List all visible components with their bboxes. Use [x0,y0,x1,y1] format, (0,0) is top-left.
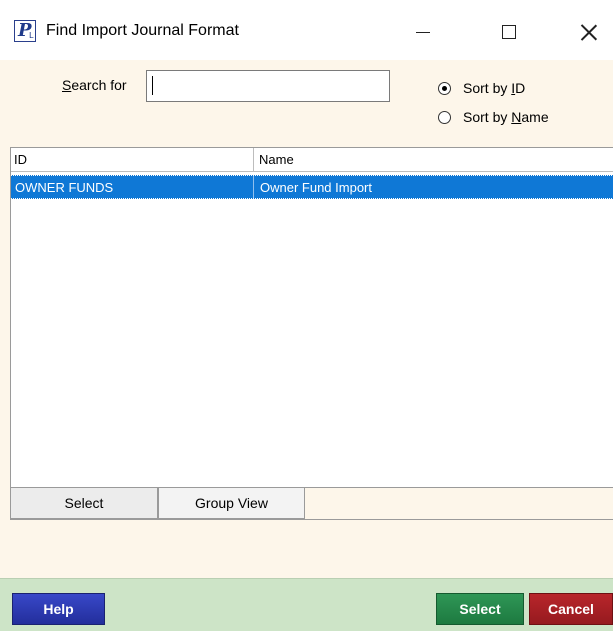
cancel-button[interactable]: Cancel [529,593,613,625]
sort-by-name-label: Sort by Name [463,109,549,125]
title-bar: P L Find Import Journal Format [0,0,613,60]
find-import-journal-format-window: P L Find Import Journal Format Search fo… [0,0,613,631]
app-logo-subletter: L [29,31,34,40]
sort-by-id-radio[interactable]: Sort by ID [438,80,525,96]
maximize-button[interactable] [486,14,532,50]
row-name-cell[interactable]: Owner Fund Import [255,176,613,198]
tab-group-view[interactable]: Group View [158,488,305,519]
sort-by-name-radio[interactable]: Sort by Name [438,109,549,125]
close-button[interactable] [566,14,612,50]
search-input[interactable] [146,70,390,102]
table-row[interactable]: OWNER FUNDS Owner Fund Import [11,175,613,199]
maximize-icon [502,25,516,39]
search-label: Search for [62,77,127,93]
row-id-cell[interactable]: OWNER FUNDS [11,176,254,198]
search-label-rest: earch for [71,77,127,93]
select-button[interactable]: Select [436,593,524,625]
app-logo-icon: P L [14,20,36,42]
sort-by-id-label: Sort by ID [463,80,526,96]
view-tab-bar: Select Group View [10,488,613,520]
radio-checked-icon [438,81,451,95]
close-icon [581,24,597,40]
help-button[interactable]: Help [12,593,105,625]
results-grid[interactable]: ID Name OWNER FUNDS Owner Fund Import [10,147,613,488]
action-button-bar: Help Select Cancel [0,578,613,631]
text-caret [152,76,153,95]
column-header-id[interactable]: ID [11,148,254,172]
minimize-icon [416,31,430,33]
tab-select[interactable]: Select [10,488,158,519]
column-header-name[interactable]: Name [255,148,613,172]
grid-header: ID Name [11,148,613,172]
window-title: Find Import Journal Format [46,22,239,39]
search-label-mnemonic: S [62,77,72,93]
minimize-button[interactable] [400,14,446,50]
radio-unchecked-icon [438,110,451,124]
